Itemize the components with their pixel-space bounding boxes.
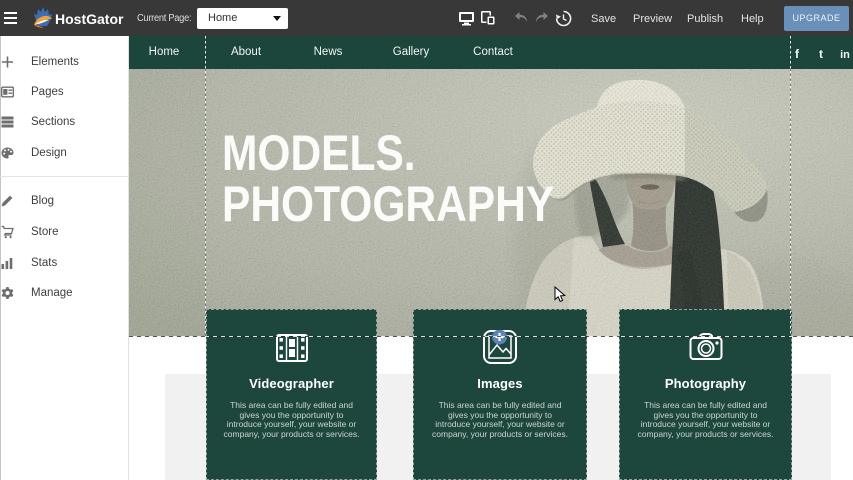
svg-text:f: f: [795, 47, 800, 61]
svg-text:in: in: [840, 49, 850, 61]
svg-text:t: t: [819, 47, 823, 61]
